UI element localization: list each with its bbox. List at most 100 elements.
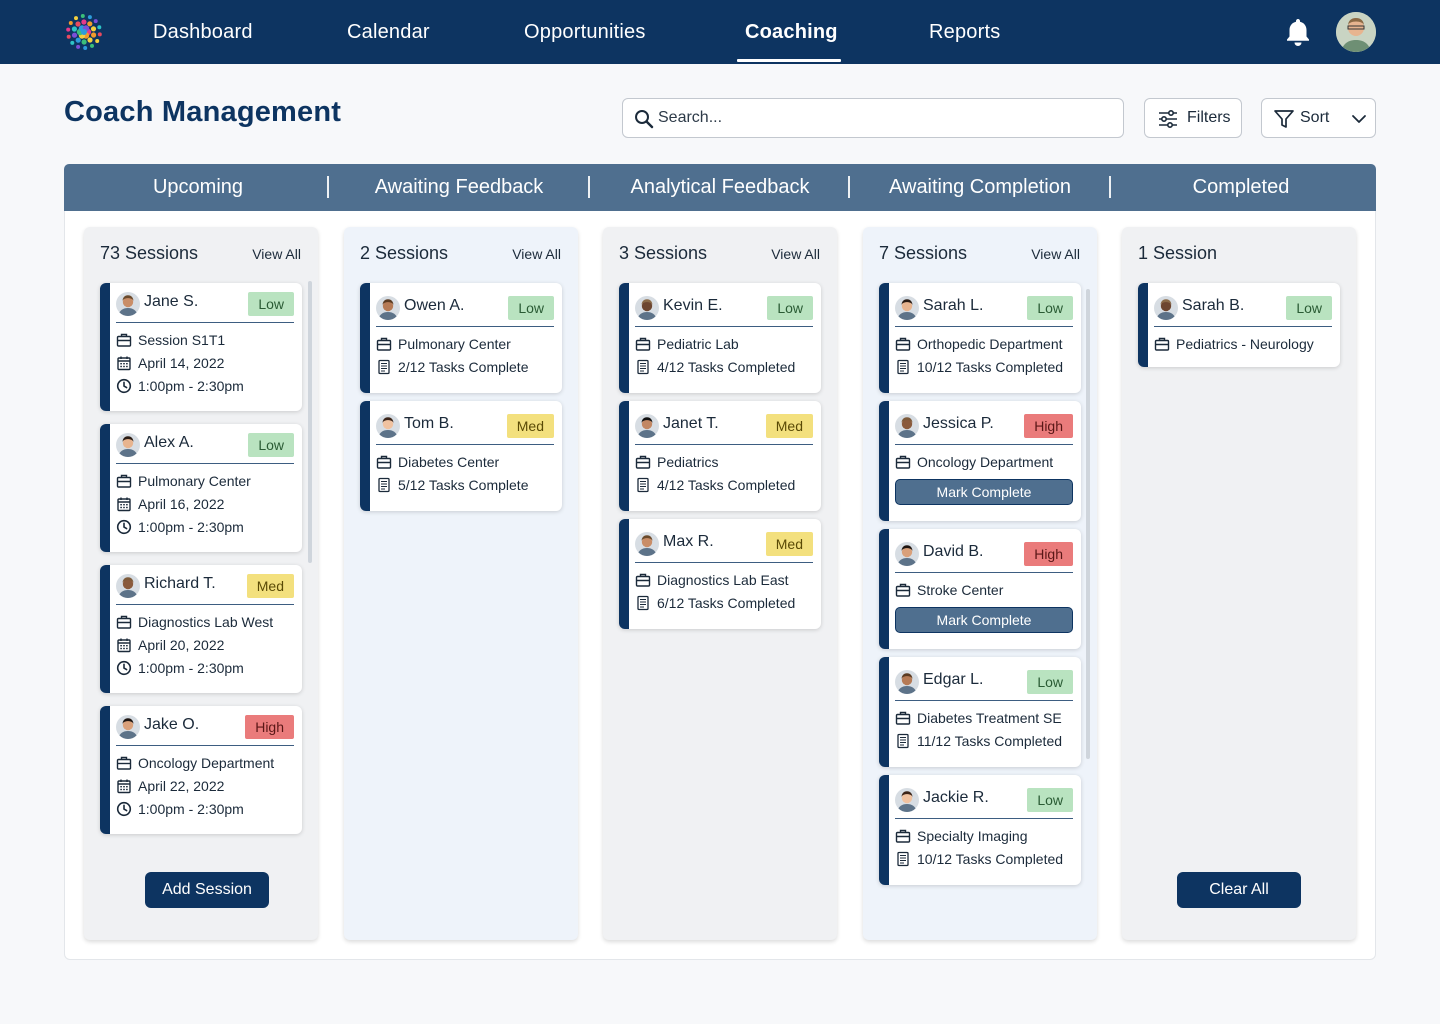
avatar <box>376 296 400 320</box>
briefcase-icon <box>1154 337 1170 351</box>
priority-badge: Med <box>506 414 554 438</box>
nav-reports[interactable]: Reports <box>929 0 1000 64</box>
column-count: 3 Sessions <box>619 243 708 263</box>
avatar <box>895 788 919 812</box>
card-detail: April 16, 2022 <box>116 494 224 514</box>
session-card[interactable]: Janet T. Med Pediatrics 4/12 Tasks Complete… <box>619 401 821 511</box>
stage-analytical-feedback[interactable]: Analytical Feedback <box>590 164 850 211</box>
card-detail-text: April 22, 2022 <box>138 778 225 794</box>
chevron-down-icon <box>1352 115 1366 123</box>
card-divider <box>1154 326 1332 327</box>
session-card[interactable]: Jane S. Low Session S1T1 April 14, 2022 1:00… <box>100 283 302 411</box>
avatar <box>116 292 140 316</box>
priority-badge: Low <box>1027 670 1073 694</box>
nav-opportunities[interactable]: Opportunities <box>524 0 646 64</box>
session-card[interactable]: Sarah L. Low Orthopedic Department 10/12 Ta… <box>879 283 1081 393</box>
nav-dashboard[interactable]: Dashboard <box>153 0 253 64</box>
card-name: Owen A. <box>404 297 465 314</box>
card-divider <box>635 326 813 327</box>
view-all-link[interactable]: View All <box>771 246 820 262</box>
card-detail-text: Oncology Department <box>138 755 275 771</box>
avatar <box>116 715 140 739</box>
session-card[interactable]: Jessica P. High Oncology Department Mark Co… <box>879 401 1081 521</box>
checklist-icon <box>897 733 909 749</box>
filters-button[interactable]: Filters <box>1144 98 1242 138</box>
priority-badge: Low <box>1027 296 1073 320</box>
avatar <box>116 574 140 598</box>
card-detail-text: Diagnostics Lab West <box>138 614 274 630</box>
card-accent <box>100 706 110 834</box>
card-detail: April 20, 2022 <box>116 635 224 655</box>
clock-icon <box>116 801 132 817</box>
card-divider <box>116 745 294 746</box>
card-divider <box>895 444 1073 445</box>
sort-dropdown[interactable]: Sort <box>1261 98 1376 138</box>
session-card[interactable]: Richard T. Med Diagnostics Lab West April 2… <box>100 565 302 693</box>
session-card[interactable]: Max R. Med Diagnostics Lab East 6/12 Tasks … <box>619 519 821 629</box>
scrollbar[interactable] <box>308 281 312 563</box>
card-accent <box>100 283 110 411</box>
card-detail: 2/12 Tasks Complete <box>376 357 528 377</box>
session-card[interactable]: Jackie R. Low Specialty Imaging 10/12 Tasks… <box>879 775 1081 885</box>
card-detail: 11/12 Tasks Completed <box>895 731 1062 751</box>
card-detail: 10/12 Tasks Completed <box>895 357 1063 377</box>
clock-icon <box>116 519 132 535</box>
card-accent <box>100 565 110 693</box>
briefcase-icon <box>895 583 911 597</box>
card-detail: April 14, 2022 <box>116 353 224 373</box>
card-detail-text: Pediatric Lab <box>657 336 739 352</box>
search-box[interactable] <box>622 98 1124 138</box>
briefcase-icon <box>116 474 132 488</box>
stage-upcoming[interactable]: Upcoming <box>68 164 328 211</box>
nav-coaching[interactable]: Coaching <box>745 0 838 64</box>
column-completed: 1 Session Clear All Sarah B. Low Pediatric… <box>1122 227 1356 940</box>
priority-badge: Med <box>246 574 294 598</box>
stage-awaiting-feedback[interactable]: Awaiting Feedback <box>329 164 589 211</box>
mark-complete-button[interactable]: Mark Complete <box>895 607 1073 633</box>
column-upcoming: 73 Sessions View All Add Session Jane S.… <box>84 227 318 940</box>
column-count: 2 Sessions <box>360 243 449 263</box>
session-card[interactable]: Tom B. Med Diabetes Center 5/12 Tasks Compl… <box>360 401 562 511</box>
session-card[interactable]: Owen A. Low Pulmonary Center 2/12 Tasks Com… <box>360 283 562 393</box>
card-detail: April 22, 2022 <box>116 776 224 796</box>
session-card[interactable]: David B. High Stroke Center Mark Complete <box>879 529 1081 649</box>
session-card[interactable]: Jake O. High Oncology Department April 22, … <box>100 706 302 834</box>
priority-badge: Low <box>767 296 813 320</box>
view-all-link[interactable]: View All <box>252 246 301 262</box>
priority-badge: Low <box>508 296 554 320</box>
card-detail: Orthopedic Department <box>895 334 1063 354</box>
card-detail: 5/12 Tasks Complete <box>376 475 528 495</box>
session-card[interactable]: Alex A. Low Pulmonary Center April 16, 2022… <box>100 424 302 552</box>
column-count: 73 Sessions <box>100 243 199 263</box>
user-avatar[interactable] <box>1336 12 1376 52</box>
search-input[interactable] <box>658 99 1108 137</box>
add-session-button[interactable]: Add Session <box>145 872 269 908</box>
sort-label: Sort <box>1300 109 1330 126</box>
view-all-link[interactable]: View All <box>512 246 561 262</box>
page-title: Coach Management <box>64 96 342 128</box>
session-card[interactable]: Edgar L. Low Diabetes Treatment SE 11/12 Ta… <box>879 657 1081 767</box>
card-divider <box>895 326 1073 327</box>
logo-icon[interactable] <box>63 11 105 53</box>
briefcase-icon <box>376 455 392 469</box>
bell-icon[interactable] <box>1282 16 1314 48</box>
view-all-link[interactable]: View All <box>1031 246 1080 262</box>
priority-badge: High <box>245 715 294 739</box>
card-detail-text: 1:00pm - 2:30pm <box>138 660 244 676</box>
card-divider <box>895 818 1073 819</box>
avatar <box>895 542 919 566</box>
clear-all-button[interactable]: Clear All <box>1177 872 1301 908</box>
stage-completed[interactable]: Completed <box>1111 164 1371 211</box>
stage-awaiting-completion[interactable]: Awaiting Completion <box>850 164 1110 211</box>
card-name: Jane S. <box>144 293 199 310</box>
card-detail: Diabetes Center <box>376 452 499 472</box>
session-card[interactable]: Sarah B. Low Pediatrics - Neurology <box>1138 283 1340 367</box>
mark-complete-button[interactable]: Mark Complete <box>895 479 1073 505</box>
card-name: Edgar L. <box>923 671 984 688</box>
nav-calendar[interactable]: Calendar <box>347 0 430 64</box>
briefcase-icon <box>895 829 911 843</box>
card-detail-text: Diabetes Center <box>398 454 500 470</box>
card-detail-text: 1:00pm - 2:30pm <box>138 519 244 535</box>
session-card[interactable]: Kevin E. Low Pediatric Lab 4/12 Tasks Compl… <box>619 283 821 393</box>
scrollbar[interactable] <box>1086 289 1090 759</box>
